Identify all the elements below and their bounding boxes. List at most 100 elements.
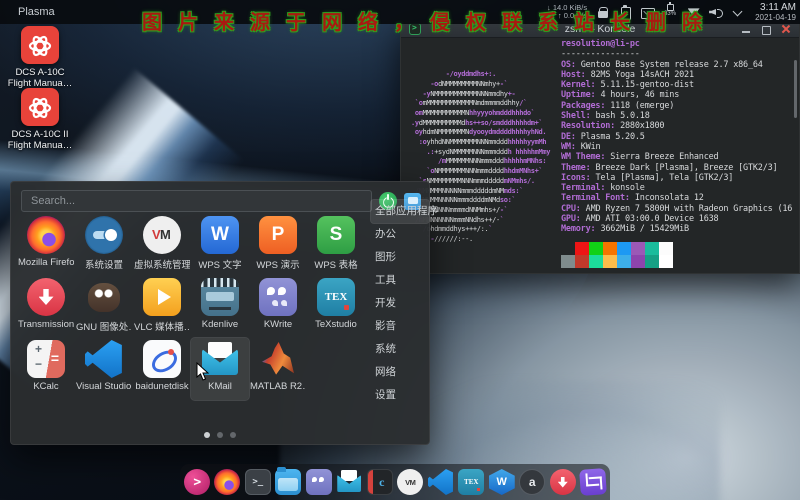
texstudio-icon <box>317 278 355 316</box>
app-item-system-settings[interactable]: 系统设置 <box>75 214 133 276</box>
system-settings-icon <box>85 216 123 254</box>
kwrite-dock-icon[interactable] <box>306 469 332 495</box>
dolphin-dock-icon[interactable] <box>275 469 301 495</box>
a-app-dock-icon[interactable] <box>519 469 545 495</box>
palette-swatch <box>645 242 659 255</box>
desktop-icon-dcs-a10c-ii[interactable]: DCS A-10C IIFlight Manua… <box>4 88 76 151</box>
app-item-matlab[interactable]: MATLAB R2… <box>249 338 307 400</box>
app-item-wps-spreadsheet[interactable]: WPS 表格 <box>307 214 365 276</box>
virt-manager-dock-icon[interactable] <box>397 469 423 495</box>
desktop-icon-label: DCS A-10C IIFlight Manua… <box>4 129 76 151</box>
category-multimedia[interactable]: 影音 <box>371 315 429 338</box>
matlab-icon <box>259 340 297 378</box>
category-system[interactable]: 系统 <box>371 338 429 361</box>
category-settings[interactable]: 设置 <box>371 384 429 407</box>
texstudio-dock-icon[interactable] <box>458 469 484 495</box>
app-item-texstudio[interactable]: TeXstudio <box>307 276 365 338</box>
clock-time: 3:11 AM <box>755 3 796 13</box>
pdf-file-icon <box>21 26 59 64</box>
page-dot[interactable] <box>217 432 223 438</box>
app-item-wps-presentation[interactable]: WPS 演示 <box>249 214 307 276</box>
neofetch-info-line: Packages:1118 (emerge) <box>561 101 795 111</box>
neofetch-info-line: Terminal:konsole <box>561 183 795 193</box>
app-item-firefox[interactable]: Mozilla Firefox <box>17 214 75 276</box>
app-label: TeXstudio <box>308 319 364 330</box>
category-office[interactable]: 办公 <box>371 223 429 246</box>
palette-swatch <box>631 255 645 268</box>
app-label: baidunetdisk <box>134 381 190 392</box>
virt-manager-icon <box>143 216 181 254</box>
search-input[interactable] <box>21 190 372 212</box>
wps-office-dock-icon[interactable] <box>489 469 515 495</box>
neofetch-info-line: GPU:AMD ATI 03:00.0 Device 1638 <box>561 214 795 224</box>
page-indicator[interactable] <box>204 432 236 438</box>
close-button[interactable] <box>780 24 791 35</box>
kwrite-icon <box>259 278 297 316</box>
page-dot-active[interactable] <box>204 432 210 438</box>
desktop-icon-label: DCS A-10CFlight Manua… <box>4 67 76 89</box>
transmission-dock-icon[interactable] <box>550 469 576 495</box>
maximize-button[interactable] <box>760 24 771 35</box>
neofetch-info-lines: OS:Gentoo Base System release 2.7 x86_64… <box>561 60 795 235</box>
tray-expand-icon[interactable] <box>731 6 744 19</box>
watermark-text: 图片来源于网络，侵权联系站长删除 <box>142 6 718 35</box>
palette-swatch <box>589 242 603 255</box>
clock-date: 2021-04-19 <box>755 13 796 22</box>
app-label: WPS 文字 <box>192 257 248 271</box>
palette-swatch <box>575 255 589 268</box>
palette-swatch <box>575 242 589 255</box>
app-item-kcalc[interactable]: KCalc <box>17 338 75 400</box>
baidunetdisk-icon <box>143 340 181 378</box>
minimize-button[interactable] <box>740 24 751 35</box>
gimp-icon <box>85 278 123 316</box>
app-item-vscode[interactable]: Visual Studio… <box>75 338 133 400</box>
palette-swatch <box>617 255 631 268</box>
neofetch-info-line: CPU:AMD Ryzen 7 5800H with Radeon Graphi… <box>561 204 795 214</box>
app-label: GNU 图像处… <box>76 319 132 333</box>
app-label: Mozilla Firefox <box>18 257 74 268</box>
calibre-dock-icon[interactable] <box>367 469 393 495</box>
category-all-applications[interactable]: 全部应用程序 <box>371 200 429 223</box>
app-item-wps-writer[interactable]: WPS 文字 <box>191 214 249 276</box>
terminal-content[interactable]: -/oyddmdhs+:. -odNMMMMMMMMNNmhy+-` -yNMM… <box>401 38 799 273</box>
app-label: 虚拟系统管理器 <box>134 257 190 271</box>
category-utilities[interactable]: 工具 <box>371 269 429 292</box>
page-dot[interactable] <box>230 432 236 438</box>
firefox-dock-icon[interactable] <box>214 469 240 495</box>
app-item-gimp[interactable]: GNU 图像处… <box>75 276 133 338</box>
app-launcher-icon[interactable] <box>184 469 210 495</box>
app-item-virt-manager[interactable]: 虚拟系统管理器 <box>133 214 191 276</box>
app-label: Visual Studio… <box>76 381 132 392</box>
app-item-vlc[interactable]: VLC 媒体播… <box>133 276 191 338</box>
app-item-kwrite[interactable]: KWrite <box>249 276 307 338</box>
neofetch-info-line: WM:KWin <box>561 142 795 152</box>
screenshot-tool-dock-icon[interactable] <box>579 468 607 496</box>
clock-widget[interactable]: 3:11 AM 2021-04-19 <box>755 3 796 22</box>
vscode-icon <box>85 340 123 378</box>
app-label: WPS 表格 <box>308 257 364 271</box>
app-item-kdenlive[interactable]: Kdenlive <box>191 276 249 338</box>
wps-presentation-icon <box>259 216 297 254</box>
desktop: DCS A-10CFlight Manua… DCS A-10C IIFligh… <box>0 0 800 500</box>
neofetch-info-line: DE:Plasma 5.20.5 <box>561 132 795 142</box>
category-network[interactable]: 网络 <box>371 361 429 384</box>
kmail-dock-icon[interactable] <box>336 469 362 495</box>
active-window-title: Plasma <box>18 6 55 18</box>
scrollbar[interactable] <box>794 60 797 118</box>
vscode-dock-icon[interactable] <box>428 469 454 495</box>
neofetch-info-line: Uptime:4 hours, 46 mins <box>561 90 795 100</box>
application-launcher: Mozilla Firefox 系统设置 虚拟系统管理器 WPS 文字 WPS … <box>10 181 430 445</box>
category-graphics[interactable]: 图形 <box>371 246 429 269</box>
app-label: VLC 媒体播… <box>134 319 190 333</box>
neofetch-info-line: OS:Gentoo Base System release 2.7 x86_64 <box>561 60 795 70</box>
konsole-dock-icon[interactable] <box>245 469 271 495</box>
category-development[interactable]: 开发 <box>371 292 429 315</box>
app-label: 系统设置 <box>76 257 132 271</box>
app-item-baidunetdisk[interactable]: baidunetdisk <box>133 338 191 400</box>
desktop-icon-dcs-a10c[interactable]: DCS A-10CFlight Manua… <box>4 26 76 89</box>
pdf-file-icon <box>21 88 59 126</box>
app-item-transmission[interactable]: Transmission <box>17 276 75 338</box>
kcalc-icon <box>27 340 65 378</box>
neofetch-info: resolution@li-pc ---------------- OS:Gen… <box>561 39 795 268</box>
neofetch-info-line: Resolution:2880x1800 <box>561 121 795 131</box>
